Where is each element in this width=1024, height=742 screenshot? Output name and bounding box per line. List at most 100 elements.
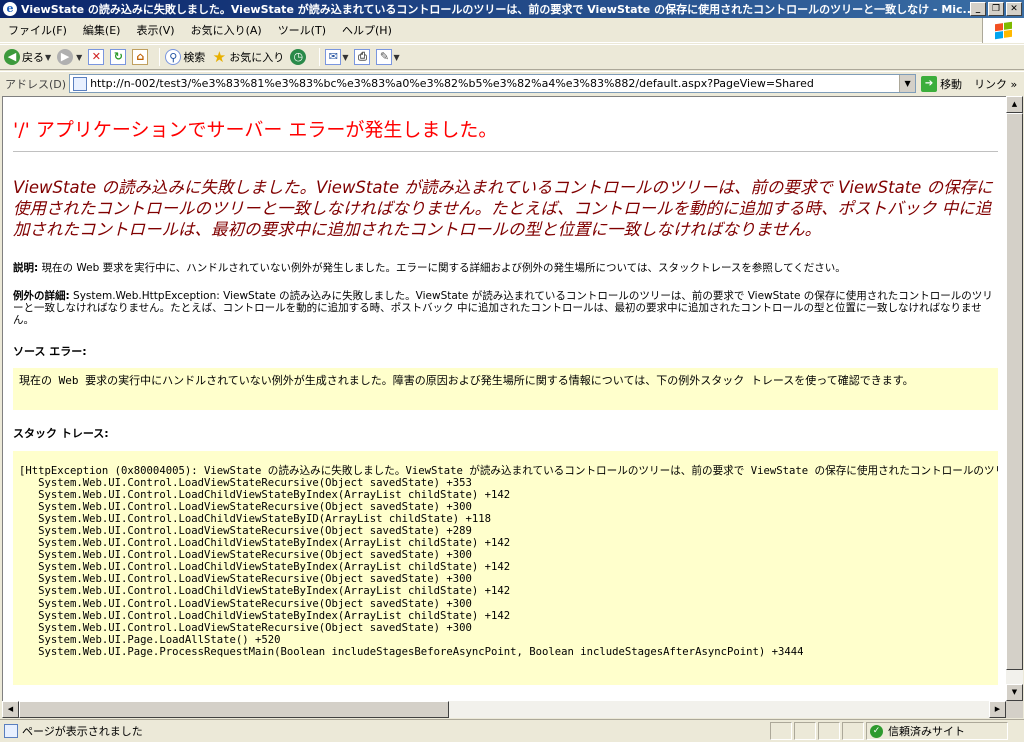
description-text: 現在の Web 要求を実行中に、ハンドルされていない例外が発生しました。エラーに… (41, 262, 846, 274)
stack-trace-heading: スタック トレース: (13, 427, 109, 440)
exception-details: 例外の詳細: System.Web.HttpException: ViewSta… (13, 290, 998, 326)
stack-line: System.Web.UI.Control.LoadViewStateRecur… (19, 621, 472, 634)
menu-file[interactable]: ファイル(F) (0, 22, 75, 38)
links-button[interactable]: リンク » (974, 76, 1017, 92)
exception-label: 例外の詳細: (13, 290, 70, 302)
source-error-heading: ソース エラー: (13, 345, 87, 358)
print-icon: ⎙ (354, 49, 371, 65)
favorites-label: お気に入り (229, 51, 285, 64)
stack-line: System.Web.UI.Control.LoadChildViewState… (19, 537, 511, 550)
address-label: アドレス(D) (5, 77, 67, 91)
home-icon: ⌂ (132, 49, 149, 65)
stack-line: System.Web.UI.Control.LoadViewStateRecur… (19, 573, 472, 586)
history-button[interactable]: ◷ (290, 49, 308, 65)
status-bar: ページが表示されました ✓ 信頼済みサイト (0, 719, 1024, 742)
windows-logo-icon (982, 18, 1024, 43)
menu-view[interactable]: 表示(V) (128, 22, 182, 38)
forward-arrow-icon: ▶ (57, 49, 74, 65)
close-button[interactable]: ✕ (1006, 2, 1022, 16)
stack-trace-box: [HttpException (0x80004005): ViewState の… (13, 451, 998, 685)
stack-line: System.Web.UI.Control.LoadChildViewState… (19, 513, 491, 526)
window-title: ViewState の読み込みに失敗しました。ViewState が読み込まれて… (21, 3, 970, 16)
menu-edit[interactable]: 編集(E) (75, 22, 129, 38)
toolbar-divider (159, 48, 161, 66)
go-button[interactable]: ➔ 移動 (921, 75, 962, 92)
search-icon: ⚲ (165, 49, 182, 65)
error-title: ViewState の読み込みに失敗しました。ViewState が読み込まれて… (13, 178, 993, 239)
stack-line: System.Web.UI.Control.LoadViewStateRecur… (19, 525, 472, 538)
maximize-button[interactable]: ❐ (988, 2, 1004, 16)
minimize-button[interactable]: _ (970, 2, 986, 16)
chevron-down-icon[interactable]: ▼ (45, 53, 51, 62)
security-zone[interactable]: ✓ 信頼済みサイト (866, 722, 1008, 740)
scroll-up-button[interactable]: ▲ (1006, 96, 1023, 113)
chevron-down-icon[interactable]: ▼ (76, 53, 82, 62)
description: 説明: 現在の Web 要求を実行中に、ハンドルされていない例外が発生しました。… (13, 262, 998, 274)
ie-icon: e (3, 2, 17, 16)
toolbar: ◀ 戻る ▼ ▶ ▼ ✕ ↻ ⌂ ⚲ 検索 ★ お気に入り ◷ ✉ ▼ ⎙ ✎ … (0, 44, 1024, 70)
stack-line: System.Web.UI.Control.LoadChildViewState… (19, 609, 511, 622)
status-cell (842, 722, 864, 740)
stack-line: System.Web.UI.Control.LoadViewStateRecur… (19, 597, 472, 610)
home-button[interactable]: ⌂ (132, 49, 149, 65)
stack-line: System.Web.UI.Page.LoadAllState() +520 (19, 633, 281, 646)
stop-icon: ✕ (88, 49, 105, 65)
status-cell (794, 722, 816, 740)
edit-button[interactable]: ✎ ▼ (376, 49, 400, 65)
stop-button[interactable]: ✕ (88, 49, 105, 65)
source-error-box: 現在の Web 要求の実行中にハンドルされていない例外が生成されました。障害の原… (13, 368, 998, 410)
scroll-down-button[interactable]: ▼ (1006, 684, 1023, 701)
scroll-left-button[interactable]: ◀ (2, 701, 19, 718)
refresh-button[interactable]: ↻ (110, 49, 127, 65)
menu-favorites[interactable]: お気に入り(A) (183, 22, 270, 38)
page-icon (4, 724, 18, 738)
stack-line: System.Web.UI.Page.ProcessRequestMain(Bo… (19, 645, 804, 658)
horizontal-scrollbar[interactable]: ◀ ▶ (2, 701, 1006, 718)
page-title: '/' アプリケーションでサーバー エラーが発生しました。 (13, 115, 998, 152)
scrollbar-corner (1006, 701, 1023, 718)
star-icon: ★ (212, 48, 227, 66)
status-text: ページが表示されました (22, 725, 143, 738)
favorites-button[interactable]: ★ お気に入り (211, 48, 285, 66)
zone-label: 信頼済みサイト (888, 725, 965, 738)
check-icon: ✓ (870, 724, 883, 738)
menu-help[interactable]: ヘルプ(H) (334, 22, 400, 38)
mail-button[interactable]: ✉ ▼ (325, 49, 348, 65)
menu-bar: ファイル(F) 編集(E) 表示(V) お気に入り(A) ツール(T) ヘルプ(… (0, 18, 1024, 43)
back-arrow-icon: ◀ (4, 49, 20, 65)
exception-text: System.Web.HttpException: ViewState の読み込… (13, 290, 993, 326)
stack-line: System.Web.UI.Control.LoadChildViewState… (19, 561, 511, 574)
vertical-scroll-thumb[interactable] (1006, 113, 1023, 670)
stack-line: [HttpException (0x80004005): ViewState の… (19, 465, 998, 477)
toolbar-divider (319, 48, 321, 66)
page-icon (73, 76, 88, 91)
vertical-scrollbar[interactable]: ▲ ▼ (1006, 96, 1023, 701)
address-input[interactable]: http://n-002/test3/%e3%83%81%e3%83%bc%e3… (69, 74, 917, 93)
edit-icon: ✎ (376, 49, 393, 65)
menu-tools[interactable]: ツール(T) (270, 22, 334, 38)
scroll-right-button[interactable]: ▶ (989, 701, 1006, 718)
print-button[interactable]: ⎙ (354, 49, 371, 65)
address-url[interactable]: http://n-002/test3/%e3%83%81%e3%83%bc%e3… (90, 77, 899, 90)
stack-line: System.Web.UI.Control.LoadViewStateRecur… (19, 501, 472, 514)
stack-line: System.Web.UI.Control.LoadChildViewState… (19, 489, 511, 502)
stack-line: System.Web.UI.Control.LoadViewStateRecur… (19, 549, 472, 562)
refresh-icon: ↻ (110, 49, 127, 65)
back-button[interactable]: ◀ 戻る ▼ (4, 49, 51, 65)
chevron-down-icon[interactable]: ▼ (899, 75, 916, 92)
forward-button[interactable]: ▶ ▼ (57, 49, 82, 65)
title-bar: e ViewState の読み込みに失敗しました。ViewState が読み込ま… (0, 0, 1024, 18)
chevron-down-icon[interactable]: ▼ (393, 53, 399, 62)
search-button[interactable]: ⚲ 検索 (165, 49, 205, 65)
page-content: '/' アプリケーションでサーバー エラーが発生しました。 ViewState … (2, 96, 1006, 701)
status-cell (818, 722, 840, 740)
back-label: 戻る (22, 51, 44, 64)
address-bar: アドレス(D) http://n-002/test3/%e3%83%81%e3%… (0, 71, 1024, 95)
stack-line: System.Web.UI.Control.LoadChildViewState… (19, 585, 511, 598)
horizontal-scroll-thumb[interactable] (19, 701, 449, 718)
go-arrow-icon: ➔ (921, 75, 938, 92)
stack-line: System.Web.UI.Control.LoadViewStateRecur… (19, 477, 472, 490)
status-cell (770, 722, 792, 740)
mail-icon: ✉ (325, 49, 342, 65)
chevron-down-icon[interactable]: ▼ (342, 53, 348, 62)
